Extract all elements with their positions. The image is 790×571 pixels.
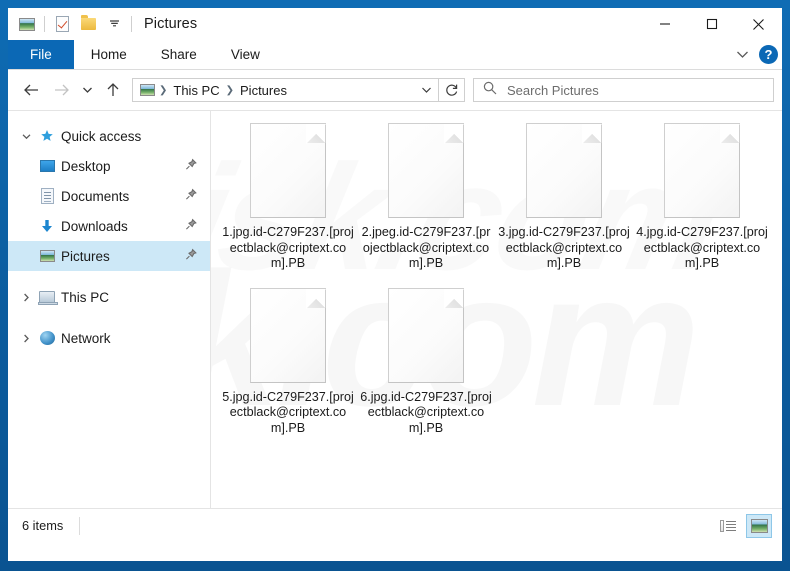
navigation-pane: Quick access Desktop Documents Downloads…	[8, 111, 210, 508]
sidebar-item-downloads[interactable]: Downloads	[8, 211, 210, 241]
file-name: 1.jpg.id-C279F237.[projectblack@criptext…	[222, 225, 354, 270]
pictures-icon	[36, 250, 58, 262]
blank-file-icon	[664, 123, 740, 218]
ribbon-right-controls: ?	[731, 40, 778, 69]
blank-file-icon	[388, 287, 464, 383]
chevron-down-icon[interactable]	[731, 44, 753, 66]
sidebar-item-quick-access[interactable]: Quick access	[8, 121, 210, 151]
item-count-label: 6 items	[22, 518, 64, 533]
breadcrumb-separator-2: ❯	[225, 84, 235, 96]
search-input[interactable]: Search Pictures	[507, 83, 599, 98]
large-icons-view-button[interactable]	[746, 514, 772, 538]
window-client-area: Pictures File Home Share View ? ❯ This P…	[8, 8, 782, 561]
file-item[interactable]: 2.jpeg.id-C279F237.[projectblack@criptex…	[358, 123, 494, 272]
close-button[interactable]	[735, 8, 782, 40]
breadcrumb-separator: ❯	[159, 84, 168, 96]
explorer-body: Quick access Desktop Documents Downloads…	[8, 110, 782, 508]
sidebar-item-network[interactable]: Network	[8, 323, 210, 353]
refresh-button[interactable]	[439, 78, 465, 102]
computer-icon	[36, 291, 58, 305]
view-mode-buttons	[715, 509, 772, 543]
sidebar-item-label: Quick access	[61, 128, 142, 144]
window-title: Pictures	[144, 16, 198, 32]
status-divider	[79, 516, 81, 535]
sidebar-item-documents[interactable]: Documents	[8, 181, 210, 211]
download-icon	[36, 219, 58, 234]
star-icon	[36, 129, 58, 143]
tab-view[interactable]: View	[214, 40, 277, 69]
chevron-right-icon[interactable]	[16, 334, 36, 343]
tab-home[interactable]: Home	[74, 40, 144, 69]
blank-file-icon	[526, 123, 602, 218]
file-name: 5.jpg.id-C279F237.[projectblack@criptext…	[222, 389, 354, 435]
help-button[interactable]: ?	[759, 45, 778, 64]
file-name: 4.jpg.id-C279F237.[projectblack@criptext…	[636, 225, 768, 270]
explorer-window: Pictures File Home Share View ? ❯ This P…	[0, 0, 790, 571]
chevron-down-icon[interactable]	[101, 11, 127, 37]
back-button[interactable]	[16, 75, 46, 105]
chevron-down-icon[interactable]	[16, 133, 36, 140]
pin-icon[interactable]	[185, 248, 197, 264]
recent-locations-button[interactable]	[76, 75, 98, 105]
breadcrumb-pictures[interactable]: Pictures	[235, 83, 292, 98]
network-icon	[36, 331, 58, 345]
file-item[interactable]: 4.jpg.id-C279F237.[projectblack@criptext…	[634, 123, 770, 272]
maximize-button[interactable]	[688, 8, 735, 40]
address-bar: ❯ This PC ❯ Pictures Search Pictures	[8, 70, 782, 110]
up-button[interactable]	[98, 75, 128, 105]
sidebar-item-desktop[interactable]: Desktop	[8, 151, 210, 181]
search-icon	[483, 81, 497, 100]
tab-file[interactable]: File	[8, 40, 74, 69]
breadcrumb-items: ❯ This PC ❯ Pictures	[140, 83, 416, 98]
sidebar-item-label: This PC	[61, 289, 110, 305]
toolbar-divider-2	[131, 16, 132, 32]
file-item[interactable]: 5.jpg.id-C279F237.[projectblack@criptext…	[220, 287, 356, 437]
pin-icon[interactable]	[185, 158, 197, 174]
title-bar: Pictures	[8, 8, 782, 40]
sidebar-item-label: Desktop	[61, 158, 111, 174]
address-dropdown-icon[interactable]	[416, 79, 436, 101]
file-item[interactable]: 6.jpg.id-C279F237.[projectblack@criptext…	[358, 287, 494, 437]
blank-file-icon	[250, 287, 326, 383]
sidebar-item-label: Network	[61, 330, 111, 346]
toolbar-divider	[44, 16, 45, 32]
forward-button[interactable]	[46, 75, 76, 105]
properties-icon[interactable]	[49, 11, 75, 37]
search-box[interactable]: Search Pictures	[473, 78, 774, 102]
window-controls	[641, 8, 782, 40]
sidebar-item-label: Documents	[61, 188, 130, 204]
new-folder-icon[interactable]	[75, 11, 101, 37]
minimize-button[interactable]	[641, 8, 688, 40]
details-view-button[interactable]	[715, 514, 741, 538]
chevron-right-icon[interactable]	[16, 293, 36, 302]
breadcrumb-this-pc[interactable]: This PC	[168, 83, 224, 98]
pin-icon[interactable]	[185, 218, 197, 234]
sidebar-item-this-pc[interactable]: This PC	[8, 282, 210, 312]
file-item[interactable]: 1.jpg.id-C279F237.[projectblack@criptext…	[220, 123, 356, 272]
file-name: 3.jpg.id-C279F237.[projectblack@criptext…	[498, 225, 630, 270]
file-item[interactable]: 3.jpg.id-C279F237.[projectblack@criptext…	[496, 123, 632, 272]
sidebar-item-pictures[interactable]: Pictures	[8, 241, 210, 271]
sidebar-item-label: Pictures	[61, 248, 110, 264]
ribbon-tab-bar: File Home Share View ?	[8, 40, 782, 70]
pin-icon[interactable]	[185, 188, 197, 204]
documents-icon	[36, 188, 58, 204]
file-grid: 1.jpg.id-C279F237.[projectblack@criptext…	[211, 111, 782, 452]
file-name: 2.jpeg.id-C279F237.[projectblack@criptex…	[361, 225, 491, 270]
blank-file-icon	[388, 123, 464, 218]
file-name: 6.jpg.id-C279F237.[projectblack@criptext…	[360, 389, 492, 435]
blank-file-icon	[250, 123, 326, 218]
picture-icon[interactable]	[14, 11, 40, 37]
breadcrumb[interactable]: ❯ This PC ❯ Pictures	[132, 78, 439, 102]
desktop-icon	[36, 160, 58, 172]
status-bar: 6 items	[8, 508, 782, 542]
file-list-pane[interactable]: risk.com risk.com 1.jpg.id-C279F237.[pro…	[210, 111, 782, 508]
sidebar-item-label: Downloads	[61, 218, 128, 234]
quick-access-toolbar: Pictures	[8, 8, 197, 40]
tab-share[interactable]: Share	[144, 40, 214, 69]
pictures-icon	[140, 84, 155, 96]
